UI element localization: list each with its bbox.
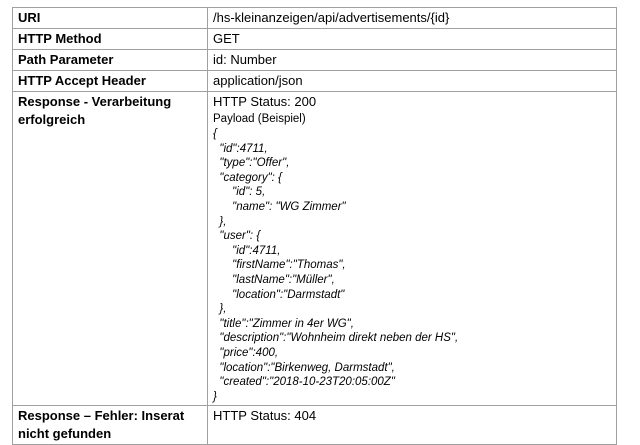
code-line: "description":"Wohnheim direkt neben der… [213,332,459,345]
json-payload-example: { "id":4711, "type":"Offer", "category":… [213,127,611,404]
table-row-uri: URI /hs-kleinanzeigen/api/advertisements… [12,7,617,29]
code-line: "created":"2018-10-23T20:05:00Z" [213,376,395,389]
api-spec-table: URI /hs-kleinanzeigen/api/advertisements… [12,7,617,445]
row-key-http-method: HTTP Method [12,28,208,50]
code-line: { [213,128,217,140]
row-value-response-success: HTTP Status: 200 Payload (Beispiel) { "i… [207,90,617,407]
row-value-path-parameter: id: Number [207,49,617,71]
success-status: HTTP Status: 200 [213,94,317,109]
code-line: "firstName":"Thomas", [213,259,346,272]
table-row-accept-header: HTTP Accept Header application/json [12,70,617,92]
code-line: "title":"Zimmer in 4er WG", [213,317,354,330]
row-value-http-method: GET [207,28,617,50]
code-line: "id":4711, [213,244,281,257]
code-line: "name": "WG Zimmer" [213,200,346,213]
table-row-http-method: HTTP Method GET [12,28,617,50]
row-value-accept-header: application/json [207,70,617,92]
code-line: }, [213,215,227,228]
code-line: }, [213,303,227,316]
code-line: } [213,390,217,403]
code-line: "category": { [213,171,282,184]
row-key-accept-header: HTTP Accept Header [12,70,208,92]
row-key-uri: URI [12,7,208,29]
code-line: "price":400, [213,346,279,359]
code-line: "id": 5, [213,186,266,199]
code-line: "lastName":"Müller", [213,273,335,286]
response-error-label-line2: nicht gefunden [18,426,112,442]
code-line: "id":4711, [213,142,268,155]
table-row-response-success: Response - Verarbeitung erfolgreich HTTP… [12,90,617,407]
row-value-uri: /hs-kleinanzeigen/api/advertisements/{id… [207,7,617,29]
payload-label: Payload (Beispiel) [213,113,306,125]
row-key-response-success: Response - Verarbeitung erfolgreich [12,90,208,407]
row-value-response-error: HTTP Status: 404 [207,405,617,445]
error-status: HTTP Status: 404 [213,408,317,424]
code-line: "user": { [213,230,261,243]
row-key-path-parameter: Path Parameter [12,49,208,71]
code-line: "location":"Birkenweg, Darmstadt", [213,361,395,374]
response-success-label-line2: erfolgreich [18,112,86,127]
code-line: "location":"Darmstadt" [213,288,345,301]
table-row-response-error: Response – Fehler: Inserat nicht gefunde… [12,405,617,445]
row-key-response-error: Response – Fehler: Inserat nicht gefunde… [12,405,208,445]
response-success-label-line1: Response - Verarbeitung [18,94,172,109]
table-row-path-parameter: Path Parameter id: Number [12,49,617,71]
response-error-label-line1: Response – Fehler: Inserat [18,408,185,424]
code-line: "type":"Offer", [213,157,290,170]
